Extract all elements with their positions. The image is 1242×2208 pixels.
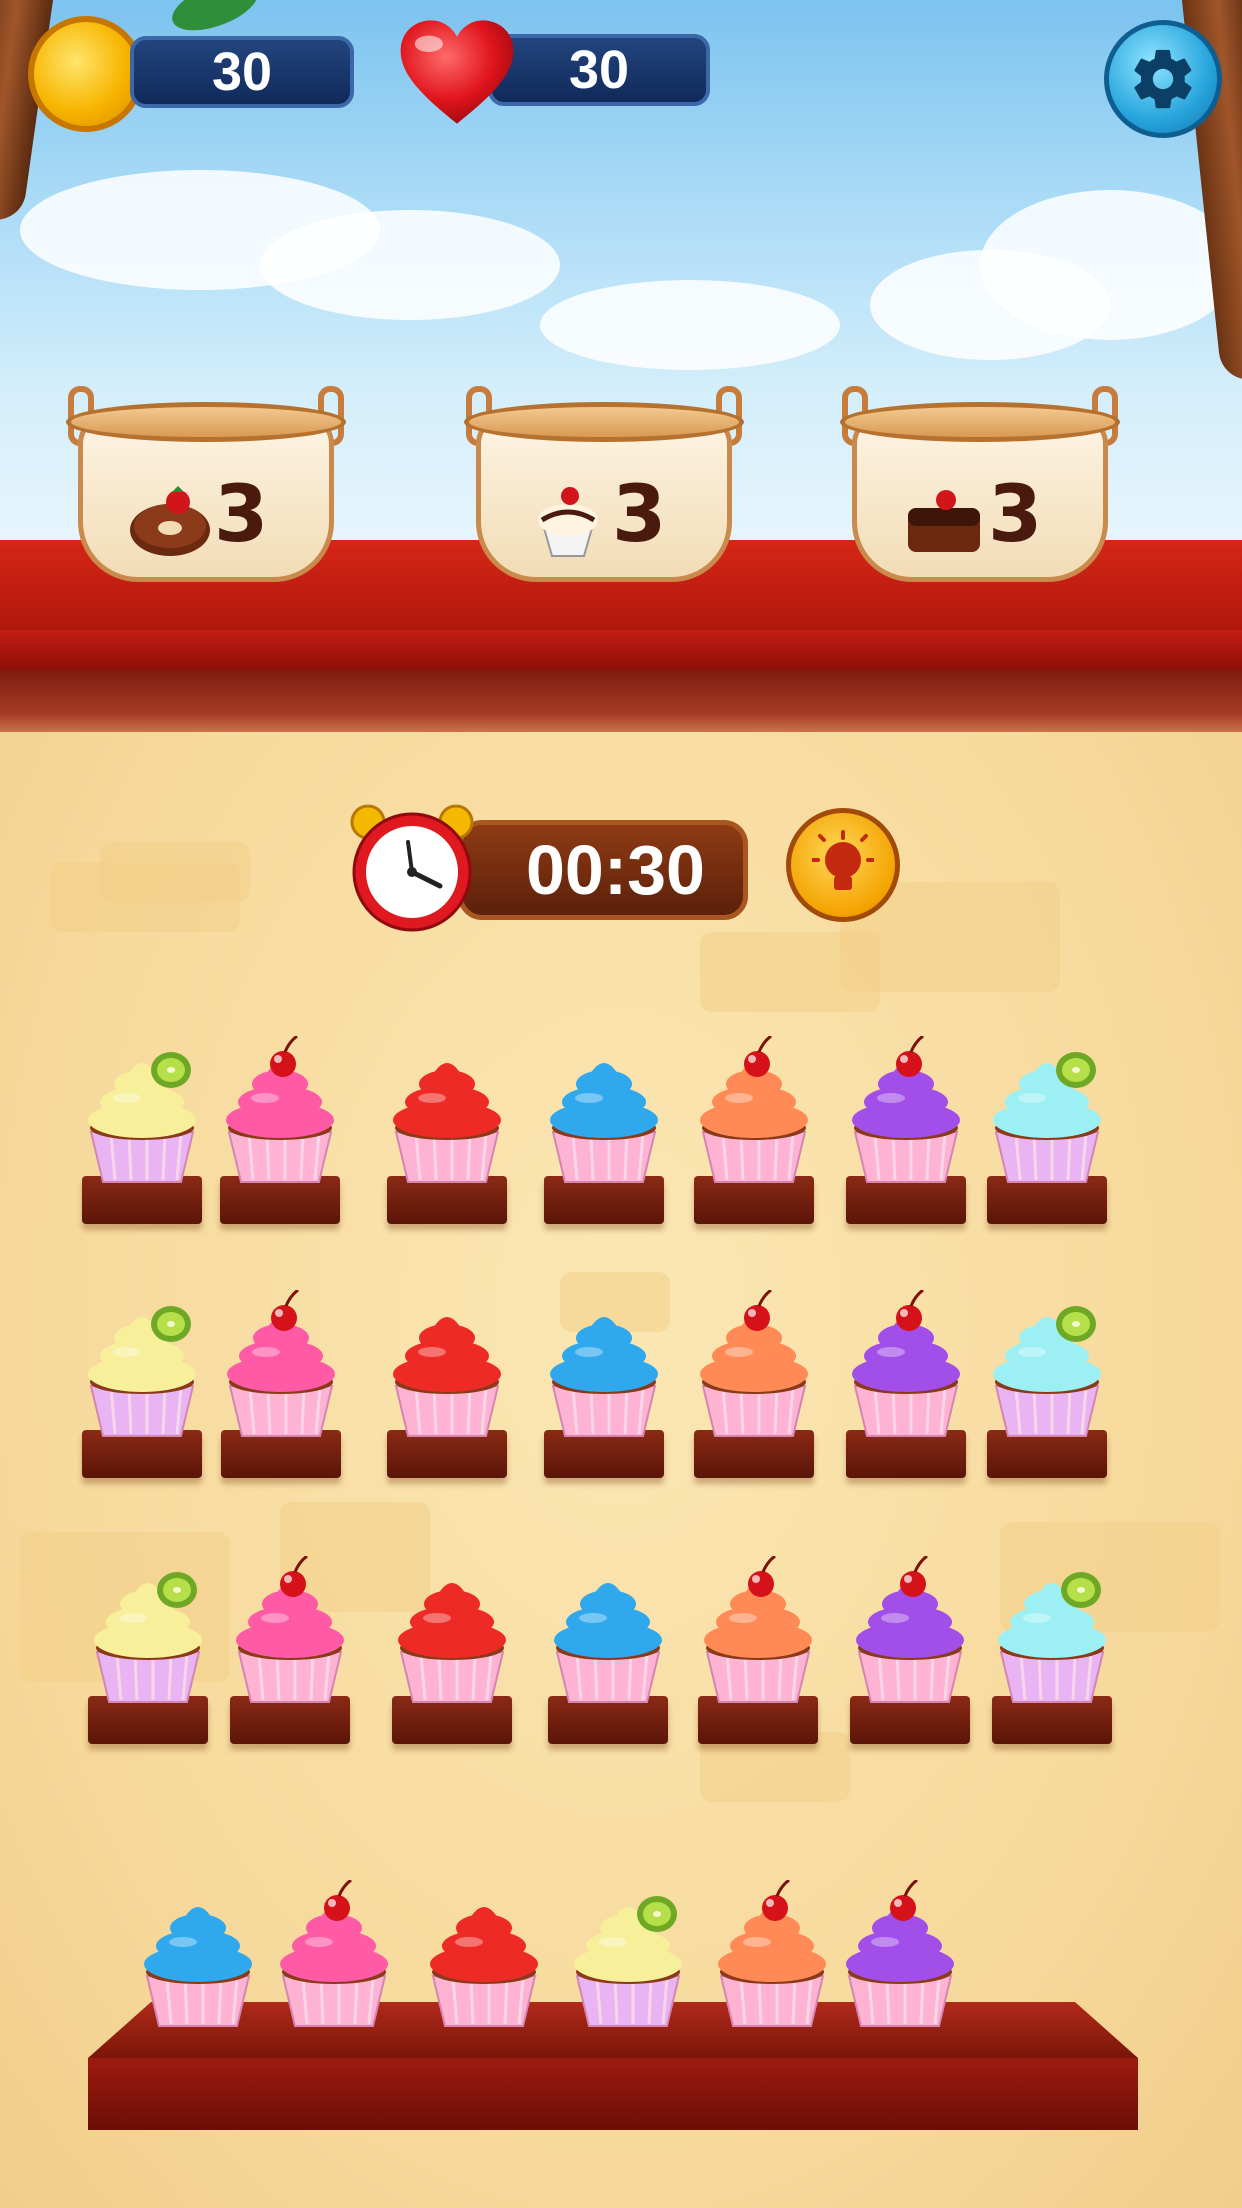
cupcake-blue-icon bbox=[554, 1583, 662, 1703]
cupcake-kiwi-cyan-icon bbox=[998, 1572, 1106, 1703]
lives-count: 30 bbox=[568, 40, 630, 100]
cupcake-cherry-pink-icon bbox=[236, 1554, 344, 1703]
order-count: 3 bbox=[214, 470, 269, 560]
cupcake-cherry-purple-icon bbox=[852, 1034, 960, 1183]
tray-cupcake[interactable] bbox=[567, 1880, 689, 2030]
order-basket-sundae: 3 bbox=[464, 386, 744, 592]
lives-counter: 30 bbox=[488, 34, 710, 106]
settings-button[interactable] bbox=[1104, 20, 1222, 138]
cupcake[interactable] bbox=[543, 1036, 665, 1186]
cupcake-red-icon bbox=[430, 1907, 538, 2027]
cupcake-cherry-orange-icon bbox=[700, 1034, 808, 1183]
timer-display: 00:30 bbox=[458, 820, 748, 920]
cupcake-kiwi-yellow-icon bbox=[88, 1052, 196, 1183]
cupcake-cherry-orange-icon bbox=[718, 1878, 826, 2027]
cupcake-cherry-pink-icon bbox=[226, 1034, 334, 1183]
cupcake-cherry-orange-icon bbox=[700, 1288, 808, 1437]
cupcake-blue-icon bbox=[550, 1063, 658, 1183]
order-basket-donut: 3 bbox=[66, 386, 346, 592]
tray-cupcake[interactable] bbox=[423, 1880, 545, 2030]
cupcake[interactable] bbox=[845, 1288, 967, 1440]
tray-cupcake[interactable] bbox=[137, 1880, 259, 2030]
cupcake[interactable] bbox=[991, 1556, 1113, 1706]
cupcake-kiwi-cyan-icon bbox=[993, 1306, 1101, 1437]
cupcake-cherry-pink-icon bbox=[280, 1878, 388, 2027]
order-basket-cake: 3 bbox=[840, 386, 1120, 592]
cupcake[interactable] bbox=[845, 1034, 967, 1186]
cupcake[interactable] bbox=[386, 1290, 508, 1440]
coin-count: 30 bbox=[211, 42, 273, 102]
cupcake[interactable] bbox=[386, 1036, 508, 1186]
cupcake-kiwi-yellow-icon bbox=[574, 1896, 682, 2027]
cupcake[interactable] bbox=[697, 1554, 819, 1706]
cupcake[interactable] bbox=[81, 1036, 203, 1186]
timer-value: 00:30 bbox=[525, 831, 705, 909]
cupcake-cherry-pink-icon bbox=[227, 1288, 335, 1437]
gear-icon bbox=[1134, 49, 1192, 109]
hint-button[interactable] bbox=[786, 808, 900, 922]
lightbulb-icon bbox=[812, 830, 874, 890]
cupcake-cherry-purple-icon bbox=[846, 1878, 954, 2027]
cupcake-cherry-purple-icon bbox=[852, 1288, 960, 1437]
cupcake-kiwi-yellow-icon bbox=[94, 1572, 202, 1703]
cupcake[interactable] bbox=[229, 1554, 351, 1706]
sundae-icon bbox=[538, 487, 598, 557]
coin-counter: 30 bbox=[130, 36, 354, 108]
coin-icon bbox=[28, 16, 144, 132]
cupcake-kiwi-yellow-icon bbox=[88, 1306, 196, 1437]
cupcake[interactable] bbox=[219, 1034, 341, 1186]
collection-tray bbox=[88, 2058, 1138, 2130]
cupcake[interactable] bbox=[849, 1554, 971, 1706]
cupcake-blue-icon bbox=[550, 1317, 658, 1437]
cupcake-kiwi-cyan-icon bbox=[993, 1052, 1101, 1183]
cupcake[interactable] bbox=[81, 1290, 203, 1440]
cupcake[interactable] bbox=[391, 1556, 513, 1706]
cupcake[interactable] bbox=[87, 1556, 209, 1706]
cupcake[interactable] bbox=[547, 1556, 669, 1706]
cupcake-cherry-purple-icon bbox=[856, 1554, 964, 1703]
cupcake[interactable] bbox=[693, 1034, 815, 1186]
order-count: 3 bbox=[612, 470, 667, 560]
counter-front bbox=[0, 630, 1242, 670]
cupcake-red-icon bbox=[393, 1063, 501, 1183]
tray-cupcake[interactable] bbox=[273, 1878, 395, 2030]
cupcake-red-icon bbox=[393, 1317, 501, 1437]
heart-icon bbox=[400, 20, 514, 124]
tray-cupcake[interactable] bbox=[711, 1878, 833, 2030]
cupcake[interactable] bbox=[693, 1288, 815, 1440]
donut-icon bbox=[130, 486, 210, 556]
counter-underside bbox=[0, 670, 1242, 732]
cupcake[interactable] bbox=[986, 1290, 1108, 1440]
cupcake-red-icon bbox=[398, 1583, 506, 1703]
cupcake[interactable] bbox=[220, 1288, 342, 1440]
cupcake-blue-icon bbox=[144, 1907, 252, 2027]
cake-icon bbox=[908, 490, 980, 552]
cupcake[interactable] bbox=[986, 1036, 1108, 1186]
leaf bbox=[165, 0, 265, 41]
cupcake[interactable] bbox=[543, 1290, 665, 1440]
order-count: 3 bbox=[988, 470, 1043, 560]
tray-cupcake[interactable] bbox=[839, 1878, 961, 2030]
cupcake-cherry-orange-icon bbox=[704, 1554, 812, 1703]
alarm-clock-icon bbox=[350, 804, 474, 932]
